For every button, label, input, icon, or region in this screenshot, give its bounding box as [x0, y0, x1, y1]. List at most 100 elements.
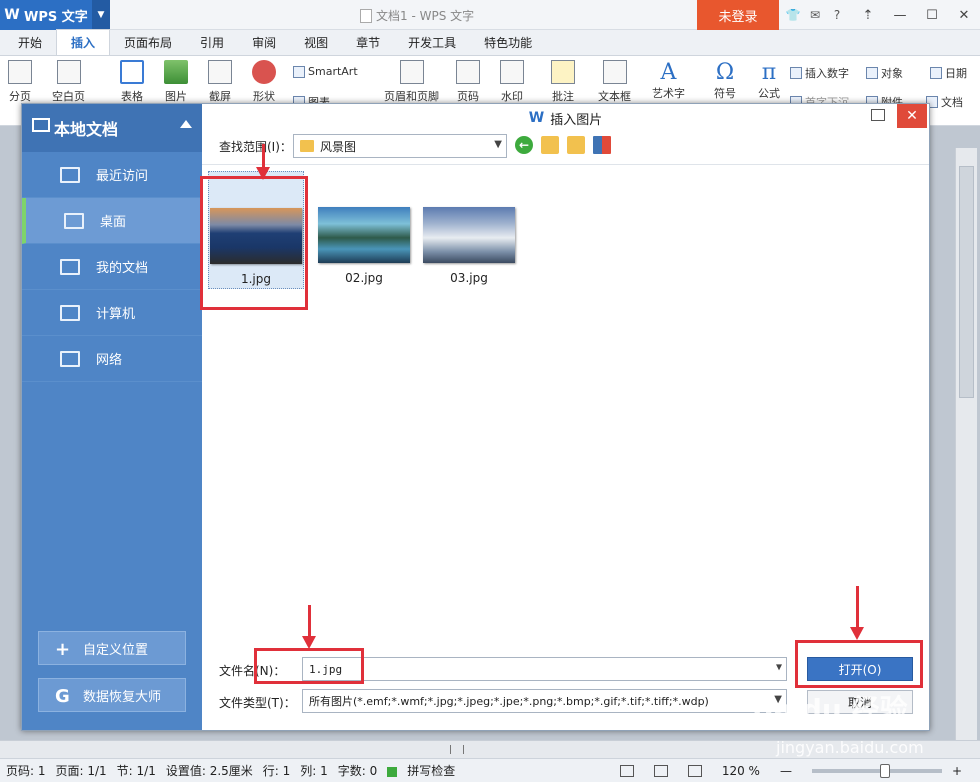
up-folder-icon[interactable] — [541, 136, 559, 154]
page-break-button[interactable]: 分页 — [8, 60, 32, 104]
shape-button[interactable]: 形状 — [252, 60, 276, 104]
zoom-slider-knob[interactable] — [879, 764, 890, 778]
file-item-2[interactable]: 02.jpg — [316, 207, 412, 285]
minimize-icon[interactable]: — — [884, 0, 916, 30]
login-button[interactable]: 未登录 — [697, 0, 779, 30]
tab-home[interactable]: 开始 — [4, 31, 56, 55]
app-logo[interactable]: W WPS 文字 ▼ — [0, 0, 110, 30]
blank-page-label: 空白页 — [52, 90, 85, 103]
folder-nav-tools: ← — [515, 136, 611, 154]
vertical-scrollbar[interactable] — [955, 148, 977, 740]
new-folder-icon[interactable] — [567, 136, 585, 154]
date-button[interactable]: 日期 — [930, 65, 967, 81]
status-setting: 设置值: 2.5厘米 — [165, 764, 253, 778]
zoom-in-icon[interactable]: + — [952, 764, 962, 778]
dialog-close-icon[interactable]: ✕ — [897, 104, 927, 128]
data-recovery-label: 数据恢复大师 — [83, 689, 162, 705]
tab-insert[interactable]: 插入 — [56, 29, 111, 55]
sidebar-item-computer[interactable]: 计算机 — [22, 290, 202, 336]
vertical-scrollbar-thumb[interactable] — [959, 166, 974, 398]
zoom-out-icon[interactable]: — — [780, 764, 792, 778]
document-title: 文档1 - WPS 文字 — [360, 7, 474, 24]
tab-references[interactable]: 引用 — [186, 31, 238, 55]
insert-number-button[interactable]: 插入数字 — [790, 65, 849, 81]
scissors-icon — [208, 60, 232, 84]
close-icon[interactable]: ✕ — [948, 0, 980, 30]
wordart-icon: A — [660, 60, 677, 85]
app-menu-dropdown-icon[interactable]: ▼ — [92, 0, 110, 30]
file-item-3[interactable]: 03.jpg — [421, 207, 517, 285]
zoom-slider[interactable] — [811, 764, 942, 778]
custom-location-button[interactable]: + 自定义位置 — [38, 631, 186, 665]
sidebar-item-desktop[interactable]: 桌面 — [22, 198, 202, 244]
ribbon-toggle-icon[interactable]: ⇡ — [852, 0, 884, 30]
status-right-tools: 120 % — + — [619, 759, 980, 782]
tab-developer[interactable]: 开发工具 — [394, 31, 470, 55]
textbox-button[interactable]: 文本框 — [598, 60, 631, 104]
maximize-icon[interactable]: ☐ — [916, 0, 948, 30]
object-button[interactable]: 对象 — [866, 65, 903, 81]
chevron-down-icon[interactable]: ▼ — [776, 662, 782, 673]
sidebar-item-my-documents[interactable]: 我的文档 — [22, 244, 202, 290]
annotation-box-filename — [254, 648, 364, 684]
comment-button[interactable]: 批注 — [551, 60, 575, 104]
watermark-label: 水印 — [501, 90, 523, 103]
status-section: 节: 1/1 — [116, 764, 156, 778]
back-arrow-icon[interactable]: ← — [515, 136, 533, 154]
view-outline-icon[interactable] — [653, 765, 668, 777]
spell-check-toggle[interactable]: 拼写检查 — [387, 762, 465, 779]
screenshot-button[interactable]: 截屏 — [208, 60, 232, 104]
tab-view[interactable]: 视图 — [290, 31, 342, 55]
tab-features[interactable]: 特色功能 — [470, 31, 546, 55]
app-logo-text: WPS 文字 — [24, 9, 88, 25]
sidebar-item-network[interactable]: 网络 — [22, 336, 202, 382]
blank-page-button[interactable]: 空白页 — [52, 60, 85, 104]
feedback-icon[interactable]: ✉ — [804, 8, 826, 22]
sidebar-item-label: 桌面 — [100, 215, 127, 230]
wordart-button[interactable]: A 艺术字 — [652, 60, 685, 101]
document-button[interactable]: 文档 — [926, 94, 963, 110]
look-in-select[interactable]: 风景图 ▼ — [293, 134, 507, 158]
scrollbar-grip[interactable] — [450, 745, 464, 754]
data-recovery-button[interactable]: G 数据恢复大师 — [38, 678, 186, 712]
tab-chapter[interactable]: 章节 — [342, 31, 394, 55]
collapse-arrow-icon[interactable] — [180, 120, 192, 128]
view-page-icon[interactable] — [619, 765, 634, 777]
annotation-arrow-filename — [302, 605, 316, 649]
table-button[interactable]: 表格 — [120, 60, 144, 104]
number-icon — [790, 67, 802, 79]
sidebar-item-label: 计算机 — [96, 307, 136, 322]
formula-button[interactable]: π 公式 — [758, 60, 780, 101]
status-word-count[interactable]: 字数: 0 — [338, 762, 378, 779]
skin-icon[interactable]: 👕 — [782, 8, 804, 22]
shape-icon — [252, 60, 276, 84]
page-number-button[interactable]: 页码 — [456, 60, 480, 104]
view-mode-icon[interactable] — [593, 136, 611, 154]
file-type-value: 所有图片(*.emf;*.wmf;*.jpg;*.jpeg;*.jpe;*.pn… — [309, 695, 709, 708]
view-web-icon[interactable] — [687, 765, 702, 777]
smartart-button[interactable]: SmartArt — [293, 65, 358, 78]
sidebar-item-recent[interactable]: 最近访问 — [22, 152, 202, 198]
recovery-icon: G — [55, 686, 70, 707]
dialog-maximize-icon[interactable] — [871, 109, 885, 121]
tab-review[interactable]: 审阅 — [238, 31, 290, 55]
file-type-select[interactable]: 所有图片(*.emf;*.wmf;*.jpg;*.jpeg;*.jpe;*.pn… — [302, 689, 787, 713]
annotation-box-open — [795, 640, 923, 688]
help-icon[interactable]: ? — [826, 8, 848, 22]
picture-button[interactable]: 图片 — [164, 60, 188, 104]
sidebar-header[interactable]: 本地文档 — [22, 104, 202, 152]
header-footer-button[interactable]: 页眉和页脚 — [384, 60, 439, 104]
table-icon — [120, 60, 144, 84]
document-label: 文档 — [941, 96, 963, 109]
thumbnail-image — [318, 207, 410, 263]
watermark-button[interactable]: 水印 — [500, 60, 524, 104]
status-bar: 页码: 1 页面: 1/1 节: 1/1 设置值: 2.5厘米 行: 1 列: … — [0, 758, 980, 782]
chevron-down-icon[interactable]: ▼ — [494, 139, 502, 150]
symbol-button[interactable]: Ω 符号 — [714, 60, 736, 101]
zoom-level[interactable]: 120 % — [722, 764, 760, 778]
page-number-label: 页码 — [457, 90, 479, 103]
omega-icon: Ω — [715, 60, 735, 85]
page-number-icon — [456, 60, 480, 84]
file-name-input[interactable]: 1.jpg ▼ — [302, 657, 787, 681]
tab-page-layout[interactable]: 页面布局 — [110, 31, 186, 55]
